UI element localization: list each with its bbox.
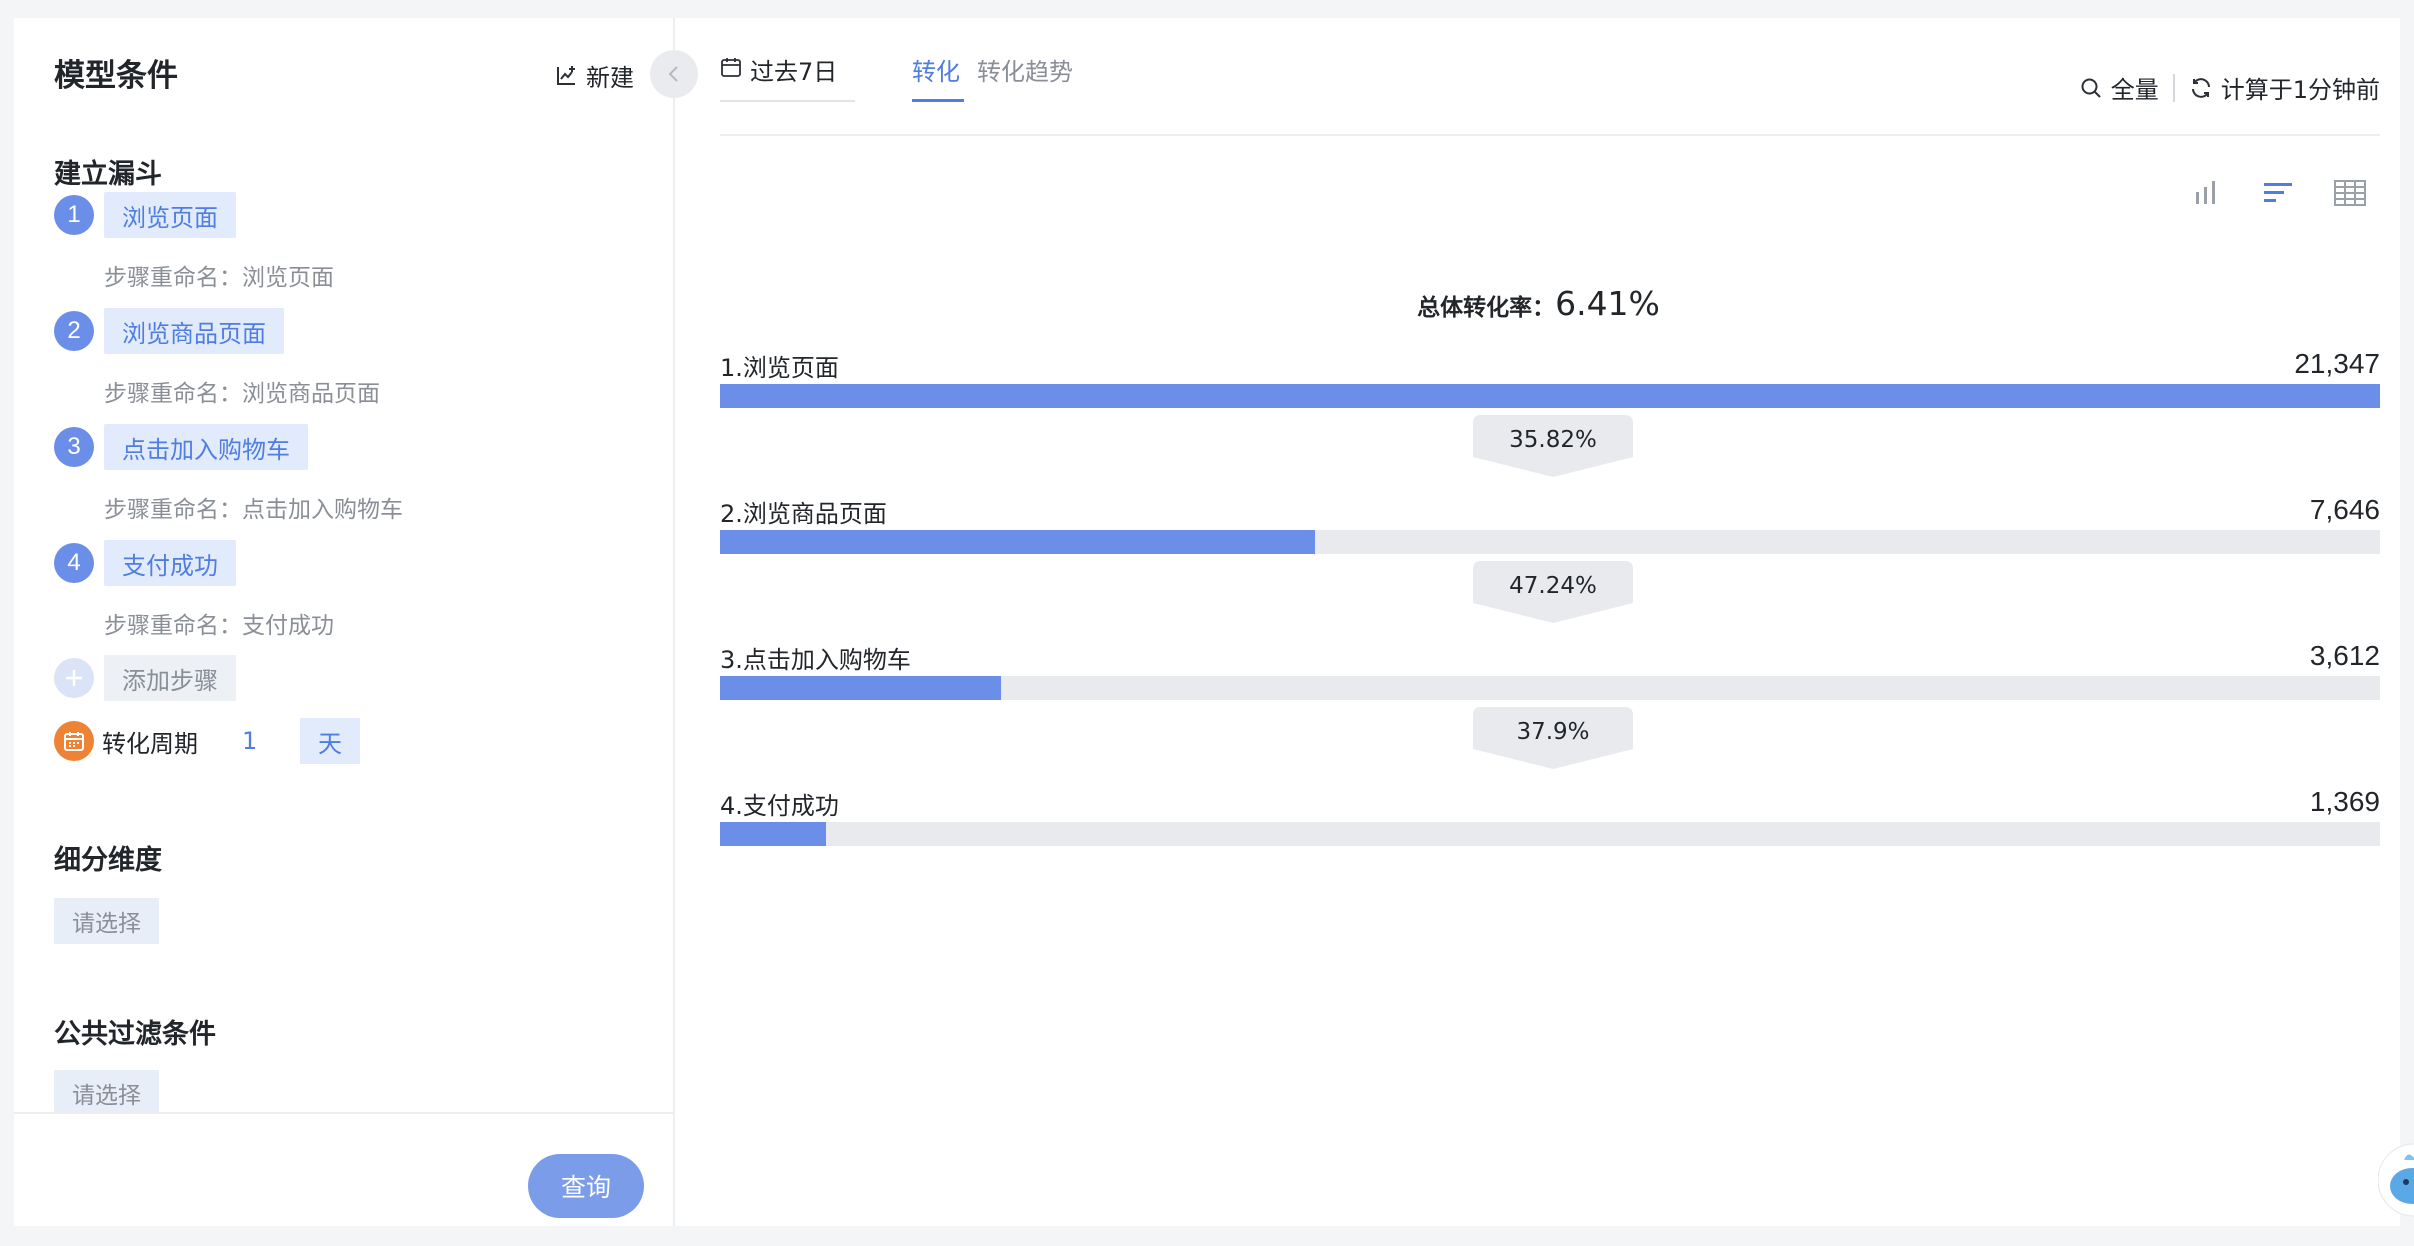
funnel-step-count: 21,347: [2294, 348, 2380, 379]
date-range-picker[interactable]: 过去7日: [720, 52, 855, 102]
breakdown-section-title: 细分维度: [54, 845, 162, 876]
step-event-selector[interactable]: 浏览页面: [104, 192, 236, 238]
bar-chart-icon[interactable]: [2189, 176, 2223, 210]
tab-conversion-trend[interactable]: 转化趋势: [977, 52, 1073, 87]
add-step-row[interactable]: 添加步骤: [54, 655, 236, 701]
refresh-button[interactable]: 计算于1分钟前: [2189, 70, 2380, 105]
funnel-step-count: 1,369: [2309, 786, 2380, 817]
funnel-bar-track: [720, 530, 2380, 554]
conversion-period-label: 转化周期: [102, 729, 198, 758]
step-event-selector[interactable]: 点击加入购物车: [104, 424, 308, 470]
funnel-step-name: 1.浏览页面: [720, 354, 839, 382]
query-button[interactable]: 查询: [528, 1154, 644, 1218]
breakdown-select[interactable]: 请选择: [54, 898, 159, 944]
step-conversion-badge: 35.82%: [1473, 415, 1633, 479]
scope-label: 全量: [2110, 76, 2159, 104]
calendar-icon: [721, 58, 741, 77]
step-event-selector[interactable]: 支付成功: [104, 540, 236, 586]
step-conversion-rate: 37.9%: [1516, 719, 1590, 745]
assistant-mascot-icon[interactable]: [2378, 1120, 2414, 1220]
step-conversion-badge: 47.24%: [1473, 561, 1633, 625]
step-number: 2: [54, 311, 94, 351]
chevron-left-icon: [668, 66, 678, 82]
step-rename[interactable]: 步骤重命名：浏览商品页面: [104, 374, 380, 408]
step-number: 1: [54, 195, 94, 235]
overall-conversion-value: 6.41%: [1555, 284, 1660, 323]
add-step-button[interactable]: 添加步骤: [104, 655, 236, 701]
left-footer: 查询: [14, 1112, 673, 1226]
app-shell: 模型条件 新建 建立漏斗 1 浏览页面 步骤重命名：浏览页面 2 浏览商品页面 …: [14, 18, 2400, 1226]
funnel-step-name: 4.支付成功: [720, 792, 839, 820]
funnel-step-2: 2 浏览商品页面: [54, 308, 284, 354]
plus-icon[interactable]: [54, 658, 94, 698]
new-chart-icon: [557, 65, 575, 85]
computed-time-label: 计算于1分钟前: [2220, 76, 2380, 104]
step-conversion-badge: 37.9%: [1473, 707, 1633, 771]
step-event-selector[interactable]: 浏览商品页面: [104, 308, 284, 354]
funnel-step-name: 2.浏览商品页面: [720, 500, 887, 528]
funnel-step-name: 3.点击加入购物车: [720, 646, 911, 674]
funnel-step-4: 4 支付成功: [54, 540, 236, 586]
refresh-icon: [2191, 77, 2210, 98]
top-toolbar: 全量 计算于1分钟前: [2079, 70, 2380, 105]
step-rename[interactable]: 步骤重命名：浏览页面: [104, 258, 334, 292]
filter-section-title: 公共过滤条件: [54, 1019, 216, 1050]
view-switcher: [2189, 176, 2367, 210]
search-icon: [2081, 78, 2101, 98]
funnel-step-3: 3 点击加入购物车: [54, 424, 308, 470]
conversion-period-unit-select[interactable]: 天: [300, 718, 360, 764]
step-conversion-rate: 47.24%: [1509, 573, 1597, 599]
filter-select[interactable]: 请选择: [54, 1070, 159, 1116]
new-button[interactable]: 新建: [554, 58, 634, 93]
overall-conversion-label: 总体转化率：: [1417, 295, 1556, 321]
new-button-label: 新建: [586, 64, 634, 92]
collapse-panel-button[interactable]: [650, 50, 698, 98]
calendar-icon: [54, 721, 94, 761]
funnel-bar-track: [720, 676, 2380, 700]
date-range-label: 过去7日: [750, 58, 838, 86]
panel-title: 模型条件: [54, 58, 178, 94]
funnel-section-title: 建立漏斗: [54, 159, 162, 190]
step-rename[interactable]: 步骤重命名：支付成功: [104, 606, 334, 640]
scope-button[interactable]: 全量: [2079, 70, 2159, 105]
active-tab-indicator: [912, 99, 964, 102]
funnel-bar[interactable]: [720, 530, 1315, 554]
analysis-panel: 过去7日 转化 转化趋势 全量 计算于1分钟前 总体转化率：6.41% 1.浏览…: [677, 18, 2400, 1226]
step-number: 4: [54, 543, 94, 583]
tab-conversion[interactable]: 转化: [912, 52, 960, 87]
conversion-period: 转化周期 1 天: [54, 718, 360, 764]
funnel-bars-icon[interactable]: [2261, 176, 2295, 210]
funnel-bar-track: [720, 384, 2380, 408]
funnel-step-count: 3,612: [2309, 640, 2380, 671]
conversion-period-value[interactable]: 1: [242, 727, 262, 755]
header-divider: [720, 134, 2380, 136]
step-conversion-rate: 35.82%: [1509, 427, 1597, 453]
overall-conversion: 总体转化率：6.41%: [677, 284, 2400, 323]
funnel-step-1: 1 浏览页面: [54, 192, 236, 238]
funnel-step-count: 7,646: [2309, 494, 2380, 525]
model-conditions-panel: 模型条件 新建 建立漏斗 1 浏览页面 步骤重命名：浏览页面 2 浏览商品页面 …: [14, 18, 675, 1226]
table-icon[interactable]: [2333, 176, 2367, 210]
step-rename[interactable]: 步骤重命名：点击加入购物车: [104, 490, 403, 524]
funnel-bar-track: [720, 822, 2380, 846]
step-number: 3: [54, 427, 94, 467]
funnel-bar[interactable]: [720, 384, 2380, 408]
toolbar-divider: [2172, 73, 2175, 102]
funnel-bar[interactable]: [720, 676, 1001, 700]
funnel-bar[interactable]: [720, 822, 827, 846]
